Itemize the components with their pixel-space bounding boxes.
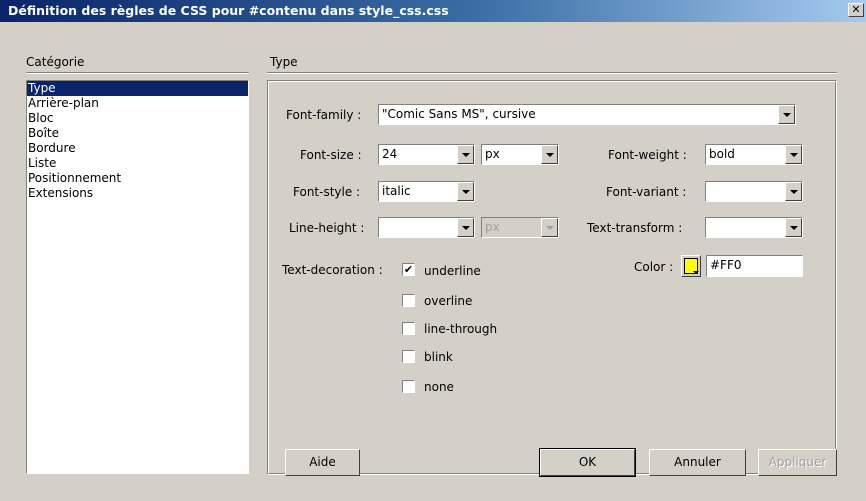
text-decoration-label: Text-decoration : — [282, 263, 383, 277]
color-input[interactable]: #FF0 — [706, 255, 803, 277]
category-divider — [26, 72, 249, 74]
cancel-button[interactable]: Annuler — [649, 449, 746, 476]
type-panel — [267, 80, 837, 475]
help-button[interactable]: Aide — [285, 449, 360, 476]
line-height-unit-select: px — [481, 217, 559, 238]
section-heading: Type — [270, 55, 298, 69]
font-size-value: 24 — [382, 147, 398, 161]
category-item-extensions[interactable]: Extensions — [27, 186, 248, 201]
category-item-liste[interactable]: Liste — [27, 156, 248, 171]
title-bar: Définition des règles de CSS pour #conte… — [0, 0, 866, 22]
font-variant-label: Font-variant : — [606, 185, 687, 199]
line-height-label: Line-height : — [289, 221, 365, 235]
font-size-unit-value: px — [485, 147, 500, 161]
category-item-boite[interactable]: Boîte — [27, 126, 248, 141]
chevron-down-icon[interactable] — [457, 182, 474, 201]
chevron-down-icon — [693, 271, 699, 274]
font-family-value: "Comic Sans MS", cursive — [382, 107, 536, 121]
apply-button: Appliquer — [758, 449, 837, 476]
font-size-label: Font-size : — [300, 148, 362, 162]
category-item-arriere-plan[interactable]: Arrière-plan — [27, 96, 248, 111]
category-item-bloc[interactable]: Bloc — [27, 111, 248, 126]
text-transform-label: Text-transform : — [587, 221, 683, 235]
color-label: Color : — [634, 260, 674, 274]
font-weight-value: bold — [709, 147, 735, 161]
chevron-down-icon[interactable] — [778, 105, 795, 124]
blink-checkbox[interactable] — [402, 350, 415, 363]
line-height-unit-value: px — [485, 220, 500, 234]
font-style-label: Font-style : — [293, 185, 361, 199]
line-through-label: line-through — [424, 322, 498, 336]
line-height-combobox[interactable] — [378, 217, 475, 238]
close-icon: ✕ — [851, 3, 861, 16]
font-variant-select[interactable] — [705, 181, 803, 202]
window-title: Définition des règles de CSS pour #conte… — [8, 3, 449, 18]
blink-label: blink — [424, 350, 453, 364]
underline-checkbox[interactable]: ✔ — [402, 263, 415, 276]
none-label: none — [424, 380, 454, 394]
category-item-positionnement[interactable]: Positionnement — [27, 171, 248, 186]
category-list[interactable]: Type Arrière-plan Bloc Boîte Bordure Lis… — [26, 80, 249, 474]
ok-button[interactable]: OK — [539, 448, 636, 477]
color-picker-button[interactable] — [681, 255, 701, 277]
section-divider — [267, 72, 837, 74]
font-size-unit-select[interactable]: px — [481, 144, 559, 165]
font-style-value: italic — [382, 184, 411, 198]
chevron-down-icon[interactable] — [541, 145, 558, 164]
category-item-bordure[interactable]: Bordure — [27, 141, 248, 156]
chevron-down-icon[interactable] — [457, 218, 474, 237]
font-family-combobox[interactable]: "Comic Sans MS", cursive — [378, 104, 796, 125]
overline-label: overline — [424, 294, 473, 308]
underline-label: underline — [424, 264, 481, 278]
font-weight-select[interactable]: bold — [705, 144, 803, 165]
chevron-down-icon[interactable] — [785, 218, 802, 237]
overline-checkbox[interactable] — [402, 294, 415, 307]
close-button[interactable]: ✕ — [848, 3, 864, 17]
font-style-select[interactable]: italic — [378, 181, 475, 202]
chevron-down-icon — [541, 218, 558, 237]
chevron-down-icon[interactable] — [785, 182, 802, 201]
line-through-checkbox[interactable] — [402, 322, 415, 335]
none-checkbox[interactable] — [402, 380, 415, 393]
chevron-down-icon[interactable] — [785, 145, 802, 164]
category-item-type[interactable]: Type — [27, 81, 248, 96]
text-transform-select[interactable] — [705, 217, 803, 238]
font-size-combobox[interactable]: 24 — [378, 144, 475, 165]
font-weight-label: Font-weight : — [608, 148, 687, 162]
color-value: #FF0 — [710, 258, 742, 272]
category-heading: Catégorie — [26, 55, 85, 69]
chevron-down-icon[interactable] — [457, 145, 474, 164]
font-family-label: Font-family : — [286, 108, 362, 122]
checkmark-icon: ✔ — [403, 263, 414, 276]
